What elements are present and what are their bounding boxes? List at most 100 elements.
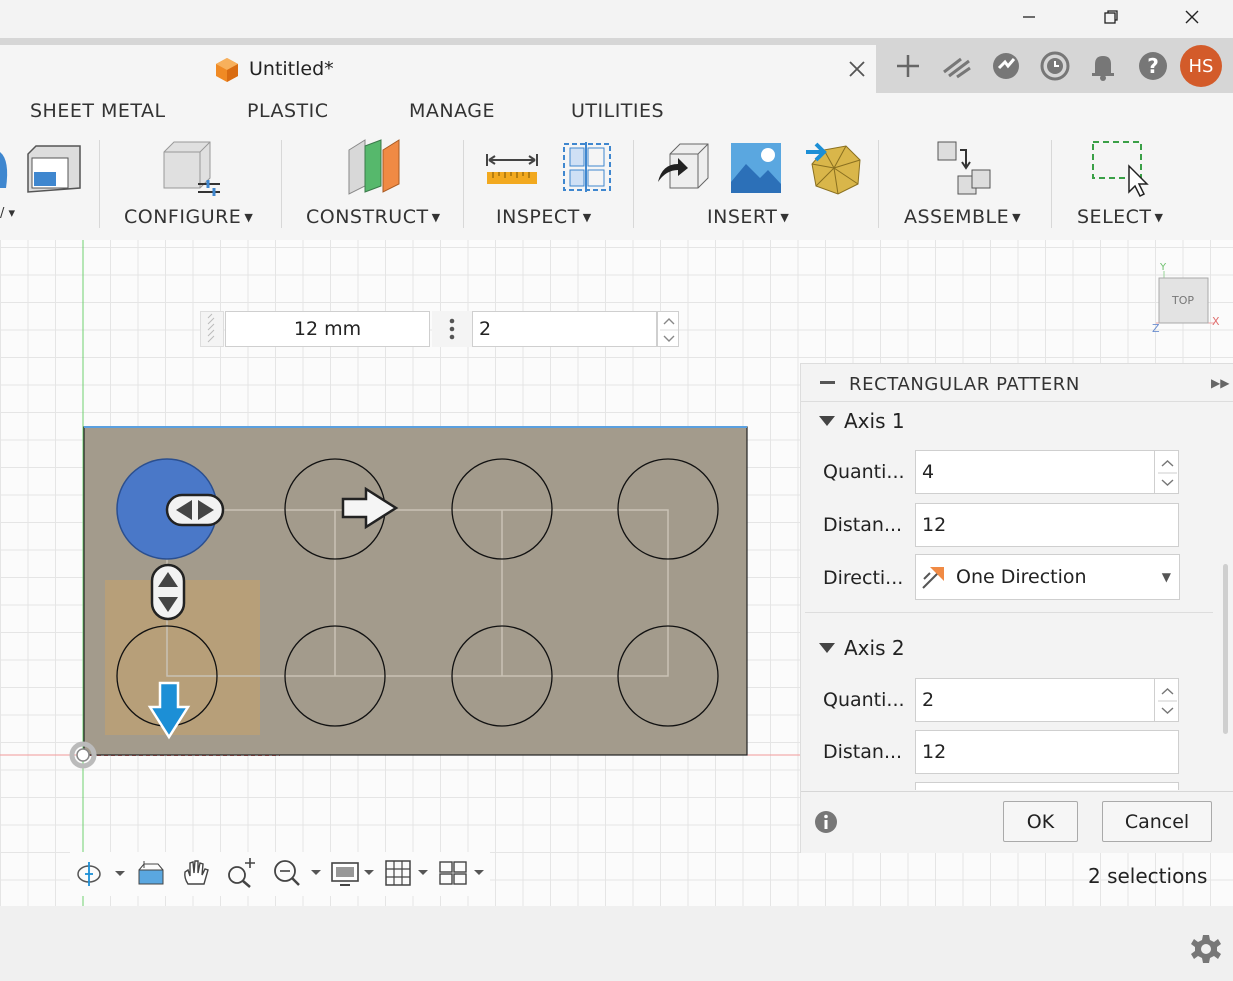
configure-icon: [163, 141, 220, 196]
viewports-icon: [439, 861, 484, 885]
viewcube-x-label: X: [1212, 315, 1220, 328]
tab-manage[interactable]: MANAGE: [409, 100, 495, 122]
axis2-quantity-input[interactable]: 2: [915, 678, 1155, 722]
axis1-quantity-input[interactable]: 4: [915, 450, 1155, 494]
zoom-window-button[interactable]: [271, 858, 323, 892]
panel-scrollbar[interactable]: [1223, 564, 1228, 734]
display-settings-icon: [331, 862, 374, 886]
grid-snaps-button[interactable]: [384, 858, 430, 892]
insert-derive-button[interactable]: [656, 142, 710, 198]
horizontal-drag-handle[interactable]: [165, 493, 225, 527]
pan-hand-icon: [184, 860, 209, 885]
assemble-menu[interactable]: ASSEMBLE ▼: [904, 206, 1021, 228]
axis2-quantity-stepper[interactable]: [1154, 678, 1179, 722]
cancel-button[interactable]: Cancel: [1102, 801, 1212, 842]
axis2-section-header[interactable]: Axis 2: [819, 636, 905, 660]
notifications-button[interactable]: [1089, 50, 1117, 86]
box-face-icon: [27, 145, 81, 193]
info-button[interactable]: [814, 810, 838, 838]
measure-button[interactable]: [485, 152, 539, 192]
construct-menu[interactable]: CONSTRUCT ▼: [306, 206, 441, 228]
section-divider: [805, 612, 1213, 613]
distance-heads-up-input[interactable]: 12 mm: [225, 311, 430, 347]
axis1-section-header[interactable]: Axis 1: [819, 409, 905, 433]
axis2-distance-input[interactable]: 12: [915, 730, 1179, 774]
look-at-button[interactable]: [136, 858, 166, 892]
section-analysis-button[interactable]: [562, 140, 612, 198]
status-bar: [0, 906, 1233, 981]
job-status-icon: [1040, 51, 1070, 81]
user-avatar[interactable]: HS: [1180, 45, 1222, 87]
insert-menu[interactable]: INSERT ▼: [707, 206, 789, 228]
quantity-heads-up-stepper[interactable]: [657, 311, 679, 347]
one-direction-icon: [922, 567, 944, 589]
axis2-quantity-label: Quanti...: [823, 689, 905, 711]
zoom-icon: [228, 858, 255, 888]
help-button[interactable]: ?: [1137, 50, 1169, 86]
online-icon: [993, 53, 1019, 79]
axis1-quantity-stepper[interactable]: [1154, 450, 1179, 494]
settings-button[interactable]: [1190, 933, 1222, 969]
viewcube-face-top[interactable]: TOP: [1172, 294, 1194, 307]
grid-icon: [385, 860, 428, 886]
configure-menu[interactable]: CONFIGURE ▼: [124, 206, 253, 228]
tab-sheet-metal[interactable]: SHEET METAL: [30, 100, 166, 122]
quantity-heads-up-input[interactable]: 2: [472, 311, 657, 347]
axis1-distance-input[interactable]: 12: [915, 503, 1179, 547]
extensions-button[interactable]: [941, 52, 973, 84]
new-tab-button[interactable]: [894, 52, 922, 84]
zoom-button[interactable]: [225, 858, 257, 892]
inspect-menu[interactable]: INSPECT ▼: [496, 206, 592, 228]
insert-mesh-button[interactable]: [804, 138, 862, 202]
orbit-button[interactable]: [75, 860, 127, 892]
heads-up-more-button[interactable]: [432, 311, 472, 347]
construct-button[interactable]: [345, 138, 405, 200]
select-button[interactable]: [1091, 140, 1151, 202]
insert-canvas-button[interactable]: [730, 142, 782, 198]
axis1-direction-dropdown[interactable]: One Direction ▼: [915, 554, 1180, 600]
assemble-icon: [937, 141, 991, 195]
heads-up-input-grip[interactable]: [200, 311, 224, 347]
extensions-icon: [943, 57, 971, 79]
job-status-button[interactable]: [1039, 50, 1071, 86]
restore-button[interactable]: [1088, 0, 1134, 34]
info-icon: [815, 811, 837, 833]
viewports-button[interactable]: [438, 858, 488, 892]
ok-button[interactable]: OK: [1003, 801, 1078, 842]
tab-plastic[interactable]: PLASTIC: [247, 100, 329, 122]
document-title: Untitled*: [249, 58, 334, 80]
configure-button[interactable]: [162, 140, 222, 200]
close-window-button[interactable]: [1169, 0, 1215, 34]
create-form-button[interactable]: [24, 140, 84, 200]
display-settings-button[interactable]: [330, 858, 376, 892]
viewcube[interactable]: TOP Y X Z: [1150, 262, 1225, 340]
origin-point-center: [76, 748, 90, 762]
ribbon-separator: [1051, 140, 1052, 228]
minimize-button[interactable]: [1006, 0, 1052, 34]
clipped-next-field: [915, 782, 1179, 790]
online-status-button[interactable]: [990, 50, 1022, 86]
viewcube-y-label: Y: [1160, 262, 1167, 273]
tab-utilities[interactable]: UTILITIES: [571, 100, 664, 122]
insert-derive-icon: [658, 143, 709, 189]
panel-divider: [801, 401, 1233, 402]
chevron-down-icon: ▼: [1161, 570, 1171, 584]
partial-sphere-icon[interactable]: [0, 150, 10, 194]
close-icon: [1185, 10, 1199, 24]
select-menu[interactable]: SELECT ▼: [1077, 206, 1164, 228]
title-bar: [0, 0, 1233, 38]
create-dropdown-caret[interactable]: / ▾: [0, 206, 15, 221]
orbit-icon: [77, 862, 125, 886]
close-tab-button[interactable]: [846, 58, 868, 80]
ribbon-separator: [99, 140, 100, 228]
collapse-panel-button[interactable]: [820, 381, 835, 384]
section-analysis-icon: [563, 142, 611, 192]
document-tab[interactable]: [0, 45, 876, 93]
expand-panel-button[interactable]: ▶▶: [1211, 376, 1229, 390]
vertical-drag-handle[interactable]: [150, 563, 186, 621]
plus-icon: [897, 55, 919, 77]
pan-button[interactable]: [180, 858, 210, 892]
footer-divider: [801, 791, 1233, 792]
document-cube-icon: [214, 56, 240, 88]
assemble-joint-button[interactable]: [936, 140, 994, 200]
